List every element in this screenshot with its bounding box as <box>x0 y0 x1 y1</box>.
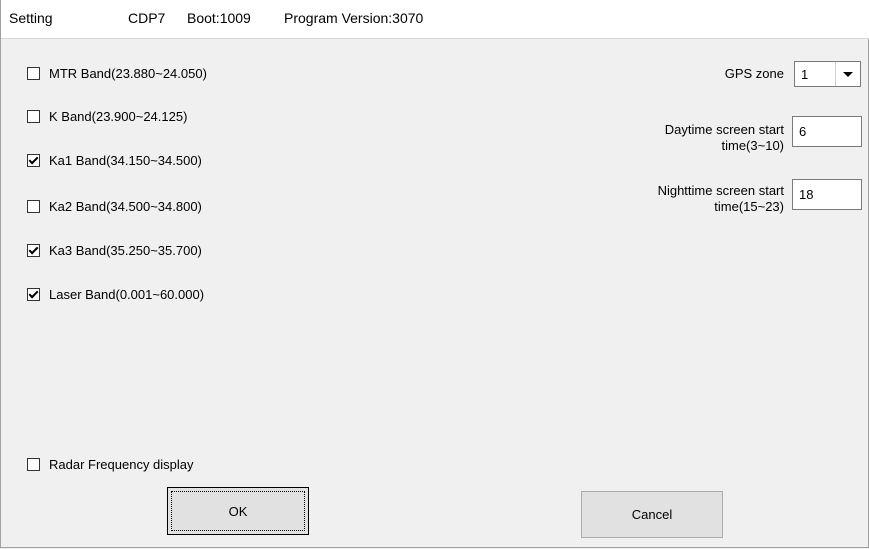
checkbox-box[interactable] <box>27 153 40 167</box>
title-bar: Setting CDP7 Boot:1009 Program Version:3… <box>1 0 869 39</box>
daytime-label-line1: Daytime screen start <box>664 122 784 137</box>
checkbox-label: Ka2 Band(34.500~34.800) <box>49 198 202 214</box>
program-version: Program Version:3070 <box>284 10 424 26</box>
boot-version: Boot:1009 <box>187 10 251 26</box>
nighttime-label-line2: time(15~23) <box>714 199 784 214</box>
checkbox-box[interactable] <box>27 109 40 123</box>
settings-dialog: Setting CDP7 Boot:1009 Program Version:3… <box>0 0 869 548</box>
checkbox-mtr-band[interactable]: MTR Band(23.880~24.050) <box>27 64 207 82</box>
checkbox-ka2-band[interactable]: Ka2 Band(34.500~34.800) <box>27 197 202 215</box>
checkbox-laser-band[interactable]: Laser Band(0.001~60.000) <box>27 285 204 303</box>
checkbox-label: Ka1 Band(34.150~34.500) <box>49 152 202 168</box>
checkbox-box[interactable] <box>27 199 40 213</box>
dialog-title: Setting <box>9 10 53 26</box>
dropdown-button[interactable] <box>835 62 860 86</box>
focus-rect <box>171 491 305 531</box>
checkbox-box[interactable] <box>27 66 40 80</box>
checkbox-ka1-band[interactable]: Ka1 Band(34.150~34.500) <box>27 151 202 169</box>
gps-zone-label: GPS zone <box>724 66 784 81</box>
daytime-label-line2: time(3~10) <box>721 138 785 153</box>
checkbox-radar-frequency-display[interactable]: Radar Frequency display <box>27 455 194 473</box>
checkbox-box[interactable] <box>27 457 40 471</box>
ok-button[interactable]: OK <box>167 487 309 535</box>
checkbox-k-band[interactable]: K Band(23.900~24.125) <box>27 107 187 125</box>
daytime-start-input[interactable] <box>792 116 862 147</box>
cancel-button-label: Cancel <box>631 507 673 522</box>
nighttime-label-line1: Nighttime screen start <box>657 183 784 198</box>
gps-zone-value: 1 <box>801 66 809 82</box>
nighttime-label: Nighttime screen start time(15~23) <box>658 183 784 215</box>
chevron-down-icon <box>843 71 853 77</box>
device-model: CDP7 <box>128 10 166 26</box>
checkbox-label: MTR Band(23.880~24.050) <box>49 65 207 81</box>
daytime-label: Daytime screen start time(3~10) <box>665 122 784 154</box>
checkbox-ka3-band[interactable]: Ka3 Band(35.250~35.700) <box>27 241 202 259</box>
checkbox-label: Laser Band(0.001~60.000) <box>49 286 205 302</box>
gps-zone-select[interactable]: 1 <box>794 61 861 87</box>
nighttime-start-input[interactable] <box>792 179 862 210</box>
cancel-button[interactable]: Cancel <box>581 491 723 538</box>
checkbox-label: Radar Frequency display <box>49 456 194 472</box>
checkbox-box[interactable] <box>27 287 40 301</box>
checkbox-label: K Band(23.900~24.125) <box>49 108 188 124</box>
checkbox-label: Ka3 Band(35.250~35.700) <box>49 242 202 258</box>
checkbox-box[interactable] <box>27 243 40 257</box>
